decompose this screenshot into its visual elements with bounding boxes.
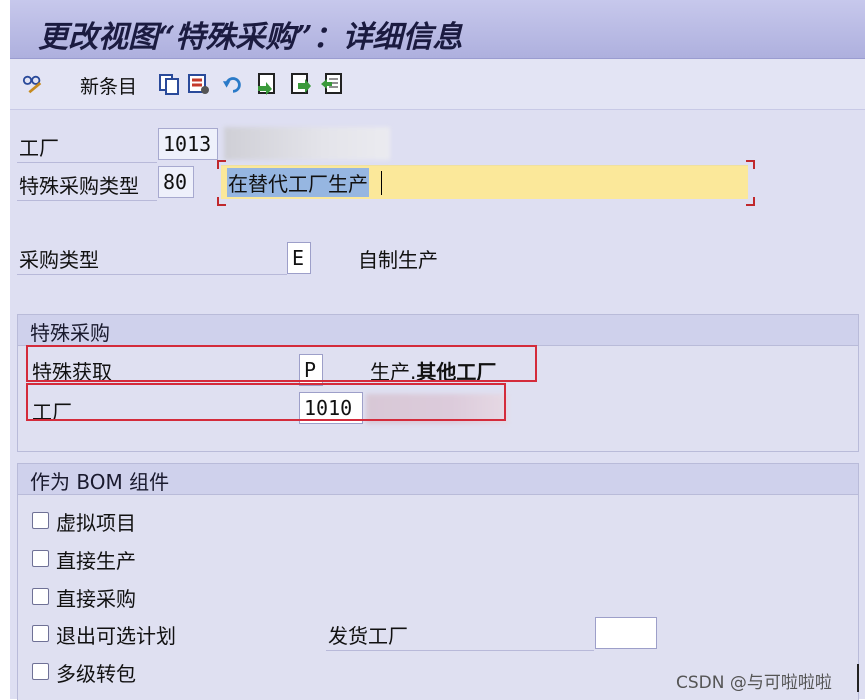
plant-label-underline bbox=[17, 162, 157, 163]
procurement-type-field: E bbox=[287, 242, 311, 274]
special-procurement-type-label: 特殊采购类型 bbox=[19, 174, 139, 198]
cursor-bar bbox=[857, 664, 859, 692]
bom-component-group: 作为 BOM 组件 bbox=[17, 463, 859, 700]
special-procurement-group-header: 特殊采购 bbox=[18, 315, 858, 346]
select-all-icon[interactable] bbox=[256, 73, 278, 95]
exit-optional-plan-label: 退出可选计划 bbox=[56, 624, 176, 648]
exit-optional-plan-checkbox[interactable] bbox=[32, 625, 49, 642]
copy-icon[interactable] bbox=[158, 73, 180, 95]
plant-label: 工厂 bbox=[19, 136, 59, 160]
bom-component-group-title: 作为 BOM 组件 bbox=[30, 470, 170, 494]
plant-field: 1013 bbox=[158, 128, 218, 160]
watermark: CSDN @与可啦啦啦 bbox=[676, 673, 832, 693]
delete-icon[interactable] bbox=[188, 73, 210, 95]
direct-production-checkbox[interactable] bbox=[32, 550, 49, 567]
issuing-plant-label: 发货工厂 bbox=[328, 624, 408, 648]
direct-procurement-label: 直接采购 bbox=[56, 587, 136, 611]
focus-corner-tr bbox=[746, 160, 755, 169]
special-procurement-group-title: 特殊采购 bbox=[30, 321, 110, 345]
issuing-plant-field[interactable] bbox=[595, 617, 657, 649]
undo-icon[interactable] bbox=[222, 73, 244, 95]
special-procurement-type-description-input[interactable]: 在替代工厂生产 bbox=[221, 165, 748, 199]
glasses-pencil-icon[interactable] bbox=[22, 73, 44, 95]
procurement-type-description: 自制生产 bbox=[358, 248, 438, 272]
red-highlight-special-procurement bbox=[26, 345, 537, 382]
focus-corner-bl bbox=[217, 197, 226, 206]
red-highlight-plant bbox=[26, 383, 506, 421]
new-entries-button[interactable]: 新条目 bbox=[80, 72, 137, 99]
multi-level-subcontracting-label: 多级转包 bbox=[56, 662, 136, 686]
focus-corner-tl bbox=[217, 160, 226, 169]
title-bar: 更改视图“特殊采购”：详细信息 bbox=[10, 0, 865, 59]
deselect-icon[interactable] bbox=[290, 73, 312, 95]
text-cursor bbox=[381, 171, 382, 195]
issuing-plant-underline bbox=[326, 650, 594, 651]
previous-entry-icon[interactable] bbox=[320, 73, 342, 95]
procurement-type-underline bbox=[17, 274, 287, 275]
special-procurement-type-description: 在替代工厂生产 bbox=[227, 168, 369, 197]
focus-corner-br bbox=[746, 197, 755, 206]
special-procurement-type-field: 80 bbox=[158, 166, 194, 198]
multi-level-subcontracting-checkbox[interactable] bbox=[32, 663, 49, 680]
phantom-item-label: 虚拟项目 bbox=[56, 511, 136, 535]
application-toolbar: 新条目 bbox=[10, 59, 865, 110]
plant-description-redacted bbox=[224, 127, 390, 160]
procurement-type-label: 采购类型 bbox=[19, 248, 99, 272]
special-procurement-type-underline bbox=[17, 200, 157, 201]
direct-production-label: 直接生产 bbox=[56, 549, 136, 573]
phantom-item-checkbox[interactable] bbox=[32, 512, 49, 529]
direct-procurement-checkbox[interactable] bbox=[32, 588, 49, 605]
window-title: 更改视图“特殊采购”：详细信息 bbox=[38, 20, 463, 55]
bom-component-group-header: 作为 BOM 组件 bbox=[18, 464, 858, 495]
